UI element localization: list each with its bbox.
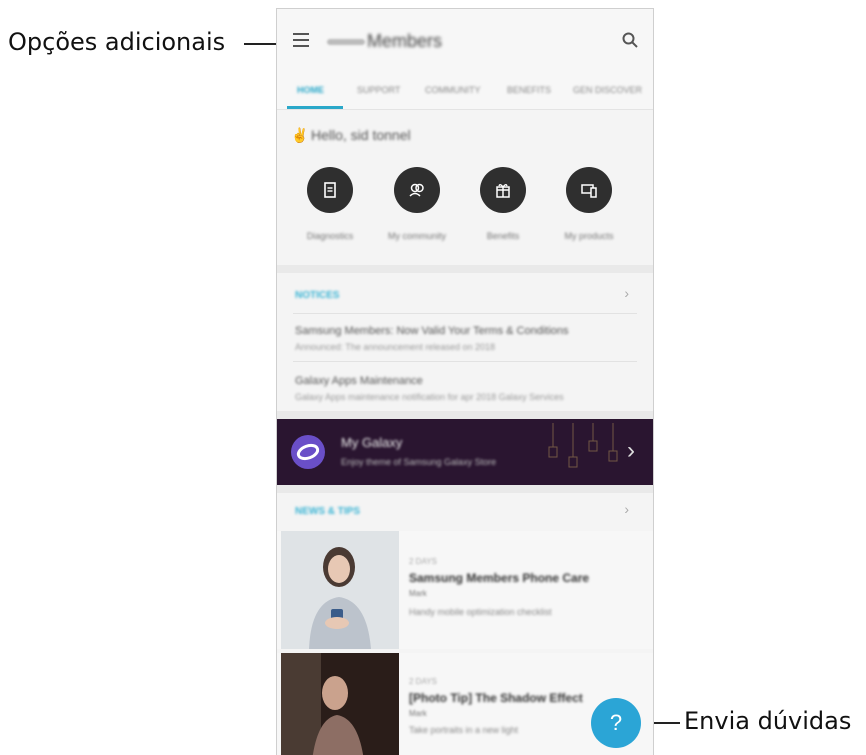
divider — [277, 485, 653, 493]
divider — [277, 411, 653, 419]
chevron-right-icon[interactable]: › — [624, 501, 629, 517]
card-author: Mark — [409, 589, 427, 598]
tab-bar: HOME SUPPORT COMMUNITY BENEFITS GEN DISC… — [277, 75, 653, 110]
quick-action-diagnostics[interactable]: Diagnostics — [294, 167, 366, 241]
callout-options: Opções adicionais — [8, 28, 226, 56]
quick-action-label: My products — [564, 231, 614, 241]
people-icon — [394, 167, 440, 213]
tab-indicator — [287, 106, 343, 109]
card-description: Take portraits in a new light — [409, 725, 519, 735]
news-header[interactable]: NEWS & TIPS — [295, 506, 360, 517]
card-image-woman-shadow — [281, 653, 399, 755]
help-fab-button[interactable]: ? — [591, 698, 641, 748]
promo-banner[interactable]: My Galaxy Enjoy theme of Samsung Galaxy … — [277, 419, 653, 485]
app-brand — [327, 39, 365, 45]
card-title: [Photo Tip] The Shadow Effect — [409, 691, 583, 705]
banner-title: My Galaxy — [341, 435, 403, 450]
card-meta: 2 DAYS — [409, 677, 437, 686]
tab-support[interactable]: SUPPORT — [357, 85, 400, 95]
banner-subtitle: Enjoy theme of Samsung Galaxy Store — [341, 457, 497, 467]
quick-action-community[interactable]: My community — [381, 167, 453, 241]
notice-title[interactable]: Galaxy Apps Maintenance — [295, 375, 423, 387]
greeting: ✌ Hello, sid tonnel — [291, 127, 411, 144]
card-description: Handy mobile optimization checklist — [409, 607, 552, 617]
divider — [293, 313, 637, 314]
card-image-woman-phone — [281, 531, 399, 649]
divider — [277, 265, 653, 273]
quick-action-label: My community — [387, 231, 446, 241]
chevron-right-icon[interactable]: › — [624, 285, 629, 301]
notices-header[interactable]: NOTICES — [295, 290, 339, 301]
card-author: Mark — [409, 709, 427, 718]
search-icon[interactable] — [621, 31, 639, 49]
quick-action-benefits[interactable]: Benefits — [467, 167, 539, 241]
document-icon — [307, 167, 353, 213]
menu-icon[interactable] — [293, 33, 309, 47]
card-meta: 2 DAYS — [409, 557, 437, 566]
tab-benefits[interactable]: BENEFITS — [507, 85, 551, 95]
notice-title[interactable]: Samsung Members: Now Valid Your Terms & … — [295, 325, 569, 337]
quick-action-products[interactable]: My products — [553, 167, 625, 241]
notice-subtitle: Galaxy Apps maintenance notification for… — [295, 392, 564, 402]
galaxy-logo-icon — [291, 435, 325, 469]
news-card[interactable]: 2 DAYS Samsung Members Phone Care Mark H… — [277, 531, 653, 649]
card-title: Samsung Members Phone Care — [409, 571, 590, 585]
quick-action-label: Diagnostics — [306, 231, 354, 241]
chevron-right-icon[interactable]: › — [627, 437, 635, 465]
greeting-text: Hello, sid tonnel — [311, 127, 411, 143]
tab-community[interactable]: COMMUNITY — [425, 85, 481, 95]
devices-icon — [566, 167, 612, 213]
quick-action-label: Benefits — [486, 231, 520, 241]
app-title: Members — [367, 31, 443, 51]
wave-icon: ✌ — [291, 127, 309, 143]
phone-screen: Members HOME SUPPORT COMMUNITY BENEFITS … — [276, 8, 654, 755]
divider — [293, 361, 637, 362]
notice-subtitle: Announced: The announcement released on … — [295, 342, 495, 352]
tab-home[interactable]: HOME — [297, 85, 324, 95]
gift-icon — [480, 167, 526, 213]
callout-faq: Envia dúvidas — [684, 707, 852, 735]
app-bar: Members — [277, 9, 653, 75]
lanterns-decoration-icon — [548, 423, 618, 468]
tab-discover[interactable]: GEN DISCOVER — [573, 85, 642, 95]
